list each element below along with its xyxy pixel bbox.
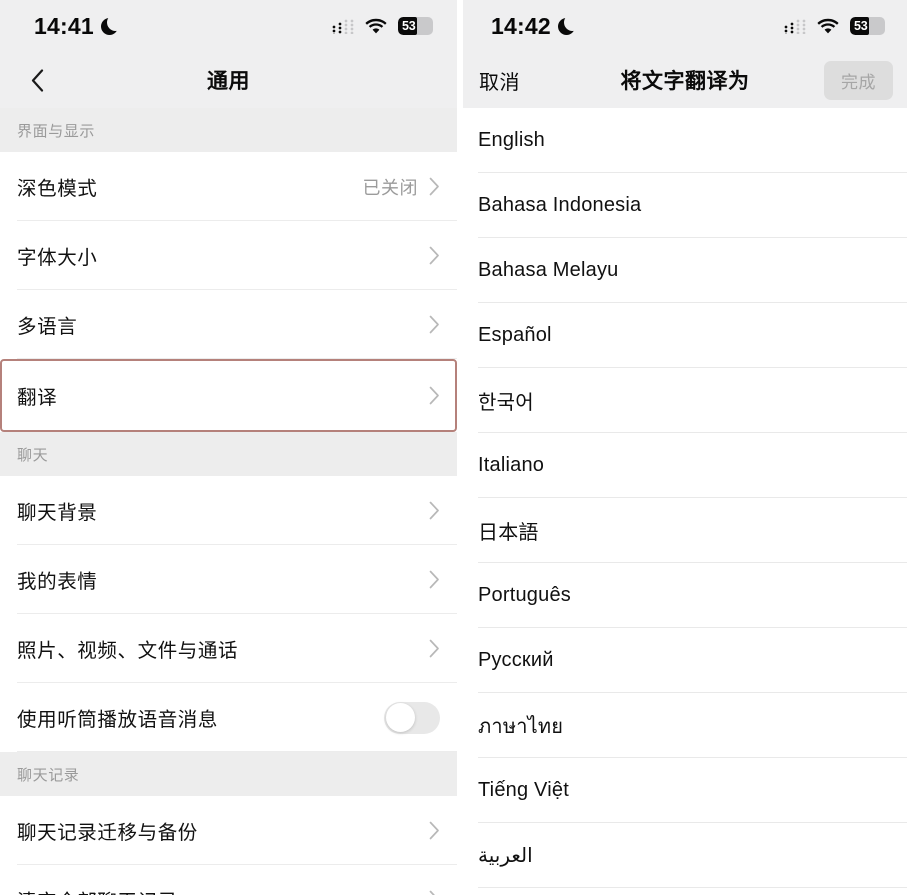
cancel-button[interactable]: 取消 <box>479 66 520 95</box>
back-button[interactable] <box>14 52 60 108</box>
language-label: Español <box>478 324 552 346</box>
settings-row-label: 我的表情 <box>17 571 98 593</box>
left-status-bar: 14:41 53 <box>0 0 457 52</box>
language-option-bahasa-melayu[interactable]: Bahasa Melayu <box>463 238 907 303</box>
settings-row-label: 聊天记录迁移与备份 <box>17 822 198 844</box>
status-time: 14:41 <box>34 12 94 39</box>
settings-row-label: 翻译 <box>17 387 58 409</box>
status-bar-right-group: 53 <box>332 17 433 35</box>
chevron-right-icon <box>429 570 439 589</box>
battery-level-label: 53 <box>854 19 868 33</box>
language-option-arabic[interactable]: العربية <box>463 823 907 888</box>
page-title: 通用 <box>207 70 250 93</box>
crescent-moon-icon <box>100 17 118 35</box>
language-option-english[interactable]: English <box>463 108 907 173</box>
cellular-signal-icon <box>784 18 806 34</box>
chevron-right-icon <box>429 890 435 895</box>
right-phone-screen: 14:42 53 取消 将文字翻译为 完成 English Bahasa Ind… <box>463 0 907 895</box>
wifi-icon <box>365 18 387 34</box>
settings-row-font-size[interactable]: 字体大小 <box>0 221 457 290</box>
language-option-japanese[interactable]: 日本語 <box>463 498 907 563</box>
battery-level-label: 53 <box>402 19 416 33</box>
language-option-thai[interactable]: ภาษาไทย <box>463 693 907 758</box>
right-nav-bar: 取消 将文字翻译为 完成 <box>463 52 907 108</box>
crescent-moon-icon <box>557 17 575 35</box>
settings-row-label: 照片、视频、文件与通话 <box>17 640 239 662</box>
settings-row-earpiece-playback[interactable]: 使用听筒播放语音消息 <box>0 683 457 752</box>
settings-row-clear-all-history[interactable]: 清空全部聊天记录 <box>0 865 457 895</box>
left-phone-screen: 14:41 53 通用 界面与显示 深色模式 已关闭 字体大小 多语言 翻译 聊… <box>0 0 457 895</box>
language-label: Bahasa Melayu <box>478 259 619 281</box>
settings-row-multilingual[interactable]: 多语言 <box>0 290 457 359</box>
chevron-right-icon <box>429 177 439 196</box>
chevron-right-icon <box>429 246 439 265</box>
battery-icon: 53 <box>850 17 885 35</box>
settings-list: 界面与显示 深色模式 已关闭 字体大小 多语言 翻译 聊天 聊天背景 我的表情 … <box>0 108 457 895</box>
earpiece-playback-toggle[interactable] <box>384 701 440 734</box>
language-option-italiano[interactable]: Italiano <box>463 433 907 498</box>
language-option-korean[interactable]: 한국어 <box>463 368 907 433</box>
done-button[interactable]: 完成 <box>824 60 893 100</box>
chevron-right-icon <box>429 315 439 334</box>
toggle-knob <box>385 703 415 732</box>
cellular-signal-icon <box>332 18 354 34</box>
status-bar-left-group: 14:42 <box>491 13 575 40</box>
battery-icon: 53 <box>398 17 433 35</box>
language-option-portugues[interactable]: Português <box>463 563 907 628</box>
chevron-right-icon <box>429 501 439 520</box>
settings-row-translate[interactable]: 翻译 <box>0 359 457 432</box>
settings-row-label: 字体大小 <box>17 247 98 269</box>
language-label: English <box>478 129 545 151</box>
status-bar-left-group: 14:41 <box>34 13 118 40</box>
section-header-display: 界面与显示 <box>0 108 457 152</box>
language-label: Tiếng Việt <box>478 779 569 801</box>
language-label: Bahasa Indonesia <box>478 194 642 216</box>
right-status-bar: 14:42 53 <box>463 0 907 52</box>
language-label: العربية <box>478 845 533 867</box>
section-header-chat-history: 聊天记录 <box>0 752 457 796</box>
section-header-chat: 聊天 <box>0 432 457 476</box>
status-bar-right-group: 53 <box>784 17 885 35</box>
dual-phone-screenshot: 14:41 53 通用 界面与显示 深色模式 已关闭 字体大小 多语言 翻译 聊… <box>0 0 907 895</box>
language-label: 한국어 <box>478 392 534 414</box>
wifi-icon <box>817 18 839 34</box>
settings-row-my-stickers[interactable]: 我的表情 <box>0 545 457 614</box>
settings-row-label: 深色模式 <box>17 178 98 200</box>
settings-row-label: 聊天背景 <box>17 502 98 524</box>
settings-row-chat-background[interactable]: 聊天背景 <box>0 476 457 545</box>
language-label: Русский <box>478 649 554 671</box>
language-option-bahasa-indonesia[interactable]: Bahasa Indonesia <box>463 173 907 238</box>
status-time: 14:42 <box>491 12 551 39</box>
chevron-right-icon <box>429 386 439 405</box>
settings-row-photos-videos-files-calls[interactable]: 照片、视频、文件与通话 <box>0 614 457 683</box>
chevron-right-icon <box>429 821 439 840</box>
settings-row-value: 已关闭 <box>362 177 418 198</box>
settings-row-label: 清空全部聊天记录 <box>17 885 429 895</box>
language-label: Italiano <box>478 454 545 476</box>
settings-row-dark-mode[interactable]: 深色模式 已关闭 <box>0 152 457 221</box>
chevron-right-icon <box>429 639 439 658</box>
left-nav-bar: 通用 <box>0 52 457 108</box>
settings-row-migrate-backup[interactable]: 聊天记录迁移与备份 <box>0 796 457 865</box>
language-list: English Bahasa Indonesia Bahasa Melayu E… <box>463 108 907 895</box>
language-label: Português <box>478 584 571 606</box>
language-label: ภาษาไทย <box>478 715 564 738</box>
chevron-left-icon <box>31 68 43 92</box>
settings-row-label: 使用听筒播放语音消息 <box>17 709 219 731</box>
language-label: 日本語 <box>478 522 539 544</box>
language-option-russian[interactable]: Русский <box>463 628 907 693</box>
language-option-vietnamese[interactable]: Tiếng Việt <box>463 758 907 823</box>
language-option-espanol[interactable]: Español <box>463 303 907 368</box>
settings-row-label: 多语言 <box>17 316 78 338</box>
